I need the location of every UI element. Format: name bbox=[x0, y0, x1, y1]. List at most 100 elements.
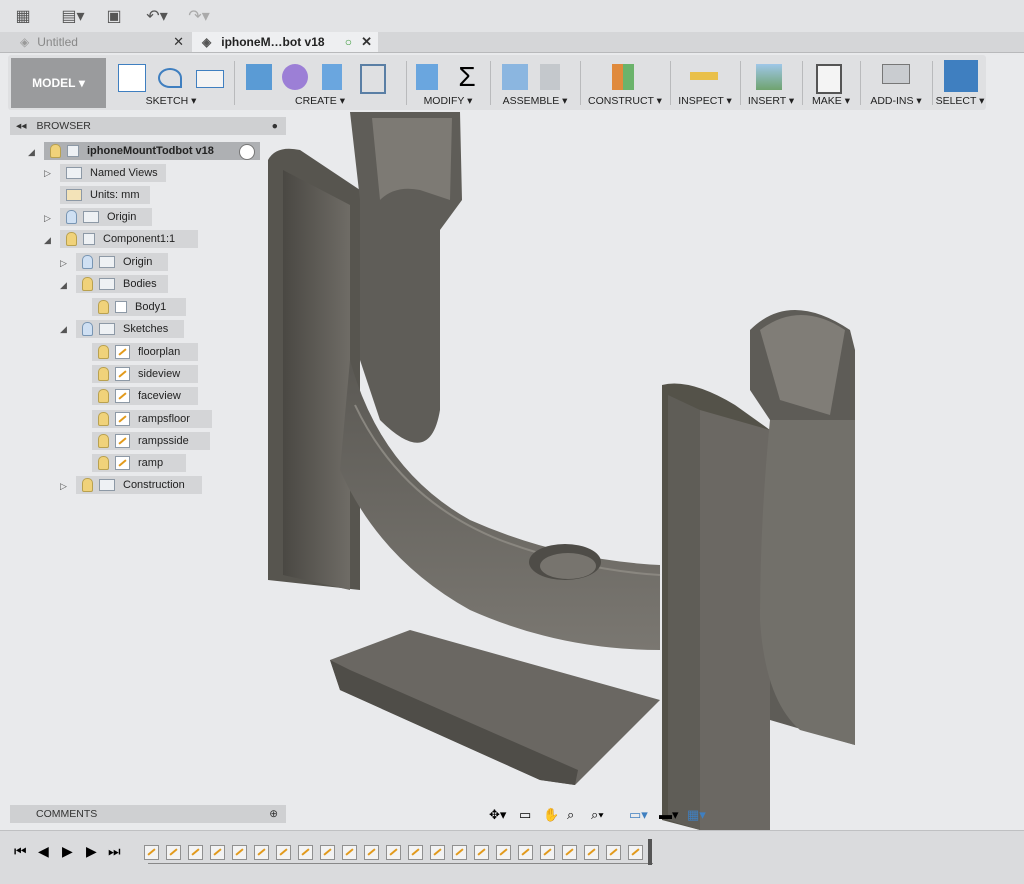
look-at-icon[interactable]: ▭ bbox=[519, 807, 531, 823]
sketch-menu[interactable]: SKETCH ▾ bbox=[112, 95, 230, 107]
visibility-bulb-icon[interactable] bbox=[66, 210, 77, 224]
scripts-icon[interactable] bbox=[882, 64, 910, 84]
bodies-node[interactable]: Bodies bbox=[76, 275, 168, 293]
select-icon[interactable] bbox=[944, 60, 978, 92]
collapse-icon[interactable]: ◂◂ bbox=[16, 120, 27, 132]
offset-plane-icon[interactable] bbox=[612, 64, 634, 90]
visibility-bulb-icon[interactable] bbox=[82, 322, 93, 336]
expand-triangle-icon[interactable]: ▷ bbox=[60, 258, 67, 269]
visibility-bulb-icon[interactable] bbox=[66, 232, 77, 246]
sketches-node[interactable]: Sketches bbox=[76, 320, 184, 338]
visibility-bulb-icon[interactable] bbox=[98, 434, 109, 448]
press-pull-icon[interactable] bbox=[416, 64, 438, 90]
timeline-feature[interactable] bbox=[496, 845, 511, 860]
select-menu[interactable]: SELECT ▾ bbox=[934, 95, 986, 107]
timeline-feature[interactable] bbox=[540, 845, 555, 860]
modify-group[interactable]: Σ MODIFY ▾ bbox=[410, 58, 486, 108]
radio-icon[interactable] bbox=[239, 144, 255, 160]
timeline-feature[interactable] bbox=[188, 845, 203, 860]
visibility-bulb-icon[interactable] bbox=[82, 255, 93, 269]
inspect-group[interactable]: INSPECT ▾ bbox=[674, 58, 736, 108]
insert-image-icon[interactable] bbox=[756, 64, 782, 90]
tab-untitled[interactable]: ◈ Untitled ✕ bbox=[6, 32, 190, 52]
make-group[interactable]: MAKE ▾ bbox=[806, 58, 856, 108]
timeline-feature[interactable] bbox=[320, 845, 335, 860]
timeline-feature[interactable] bbox=[584, 845, 599, 860]
timeline-feature[interactable] bbox=[628, 845, 643, 860]
sketch-floorplan[interactable]: floorplan bbox=[92, 343, 198, 361]
file-menu-icon[interactable]: ▤▾ bbox=[56, 6, 90, 26]
select-group[interactable]: SELECT ▾ bbox=[934, 58, 986, 108]
comments-panel[interactable]: COMMENTS ⊕ bbox=[10, 805, 286, 823]
visual-style-icon[interactable]: ▬▾ bbox=[659, 807, 679, 823]
sketch-group[interactable]: SKETCH ▾ bbox=[112, 58, 230, 108]
play-icon[interactable]: ▶ bbox=[62, 843, 73, 860]
add-comment-icon[interactable]: ⊕ bbox=[269, 808, 278, 820]
grid-settings-icon[interactable]: ▦▾ bbox=[687, 807, 706, 823]
root-node[interactable]: iphoneMountTodbot v18 bbox=[44, 142, 260, 160]
measure-icon[interactable] bbox=[690, 72, 718, 80]
visibility-bulb-icon[interactable] bbox=[82, 478, 93, 492]
timeline-feature[interactable] bbox=[298, 845, 313, 860]
timeline-feature[interactable] bbox=[254, 845, 269, 860]
component-origin-node[interactable]: Origin bbox=[76, 253, 168, 271]
visibility-bulb-icon[interactable] bbox=[98, 345, 109, 359]
undo-icon[interactable]: ↶▾ bbox=[140, 6, 174, 26]
timeline-feature[interactable] bbox=[452, 845, 467, 860]
create-group[interactable]: CREATE ▾ bbox=[238, 58, 402, 108]
go-to-end-icon[interactable]: ⏭ bbox=[108, 843, 121, 860]
assemble-group[interactable]: ASSEMBLE ▾ bbox=[494, 58, 576, 108]
visibility-bulb-icon[interactable] bbox=[98, 389, 109, 403]
timeline-marker[interactable] bbox=[648, 839, 652, 865]
units-node[interactable]: Units: mm bbox=[60, 186, 150, 204]
redo-icon[interactable]: ↷▾ bbox=[182, 6, 216, 26]
construction-node[interactable]: Construction bbox=[76, 476, 202, 494]
timeline-feature[interactable] bbox=[430, 845, 445, 860]
timeline-feature[interactable] bbox=[342, 845, 357, 860]
rectangle-icon[interactable] bbox=[196, 70, 224, 88]
make-menu[interactable]: MAKE ▾ bbox=[806, 95, 856, 107]
timeline-feature[interactable] bbox=[562, 845, 577, 860]
collapse-triangle-icon[interactable]: ◢ bbox=[60, 324, 67, 335]
pan-icon[interactable]: ✋ bbox=[543, 807, 559, 823]
joint-icon[interactable] bbox=[540, 64, 560, 90]
inspect-menu[interactable]: INSPECT ▾ bbox=[674, 95, 736, 107]
timeline-feature[interactable] bbox=[518, 845, 533, 860]
3d-print-icon[interactable] bbox=[816, 64, 842, 94]
collapse-triangle-icon[interactable]: ◢ bbox=[60, 280, 67, 291]
extrude-icon[interactable] bbox=[322, 64, 342, 90]
named-views-node[interactable]: Named Views bbox=[60, 164, 166, 182]
workspace-switcher[interactable]: MODEL ▾ bbox=[11, 58, 106, 108]
timeline-feature[interactable] bbox=[210, 845, 225, 860]
timeline-feature[interactable] bbox=[276, 845, 291, 860]
create-menu[interactable]: CREATE ▾ bbox=[238, 95, 402, 107]
visibility-bulb-icon[interactable] bbox=[50, 144, 61, 158]
sketch-ramp[interactable]: ramp bbox=[92, 454, 186, 472]
timeline-feature[interactable] bbox=[166, 845, 181, 860]
pin-icon[interactable]: ● bbox=[272, 120, 278, 132]
save-icon[interactable]: ▣ bbox=[104, 6, 124, 26]
visibility-bulb-icon[interactable] bbox=[98, 412, 109, 426]
form-icon[interactable] bbox=[282, 64, 308, 90]
insert-group[interactable]: INSERT ▾ bbox=[744, 58, 798, 108]
insert-menu[interactable]: INSERT ▾ bbox=[744, 95, 798, 107]
spline-icon[interactable] bbox=[158, 68, 182, 88]
timeline-feature[interactable] bbox=[144, 845, 159, 860]
construct-menu[interactable]: CONSTRUCT ▾ bbox=[584, 95, 666, 107]
create-sketch-icon[interactable] bbox=[118, 64, 146, 92]
assemble-menu[interactable]: ASSEMBLE ▾ bbox=[494, 95, 576, 107]
box-icon[interactable] bbox=[246, 64, 272, 90]
origin-node[interactable]: Origin bbox=[60, 208, 152, 226]
close-icon[interactable]: ✕ bbox=[361, 34, 372, 50]
sketch-rampsside[interactable]: rampsside bbox=[92, 432, 210, 450]
sketch-faceview[interactable]: faceview bbox=[92, 387, 198, 405]
visibility-bulb-icon[interactable] bbox=[98, 367, 109, 381]
browser-header[interactable]: ◂◂ BROWSER ● bbox=[10, 117, 286, 135]
timeline-feature[interactable] bbox=[386, 845, 401, 860]
sketch-sideview[interactable]: sideview bbox=[92, 365, 198, 383]
tab-active-document[interactable]: ◈ iphoneM…bot v18 ○ ✕ bbox=[192, 32, 378, 52]
expand-triangle-icon[interactable]: ▷ bbox=[60, 481, 67, 492]
zoom-window-icon[interactable]: ⌕▾ bbox=[591, 807, 604, 823]
mirror-icon[interactable] bbox=[360, 64, 386, 94]
compute-sigma-icon[interactable]: Σ bbox=[454, 63, 480, 91]
